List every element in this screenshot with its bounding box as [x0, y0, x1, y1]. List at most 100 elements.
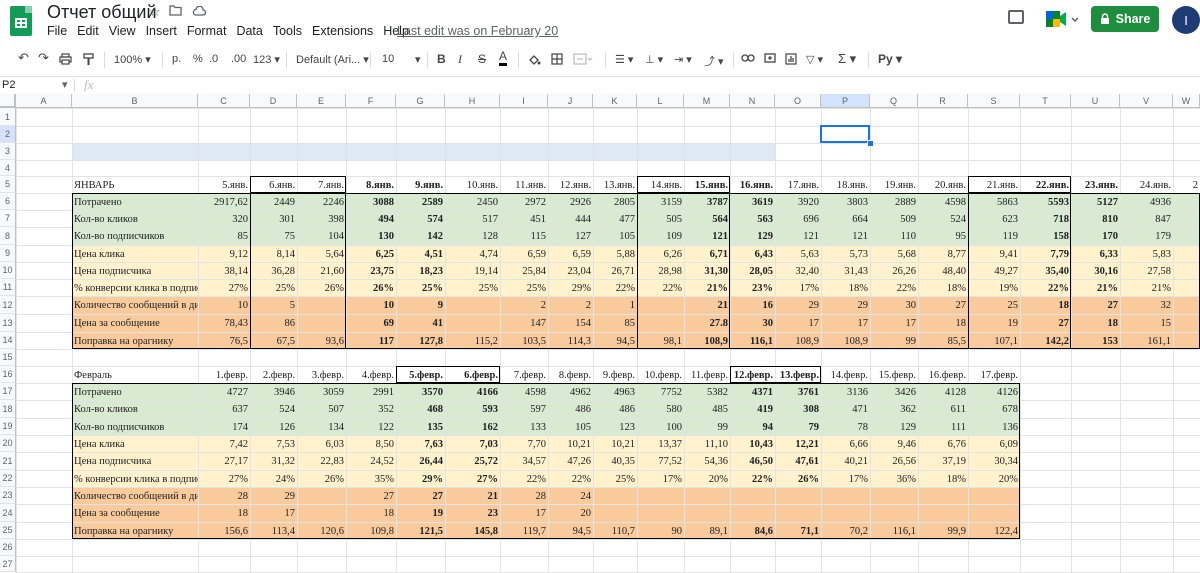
column-header[interactable]: S: [968, 94, 1020, 108]
sheets-logo-icon[interactable]: [10, 6, 32, 36]
data-cell[interactable]: 135: [396, 418, 445, 435]
data-cell[interactable]: 3136: [821, 383, 870, 400]
text-color-button[interactable]: A: [499, 50, 508, 66]
data-cell[interactable]: [593, 487, 637, 504]
column-header[interactable]: F: [346, 94, 396, 108]
data-cell[interactable]: 4,74: [445, 245, 500, 262]
data-cell[interactable]: 20: [548, 504, 593, 522]
data-cell[interactable]: [870, 487, 918, 504]
data-cell[interactable]: 444: [548, 210, 593, 227]
date-header[interactable]: 13.февр.: [775, 366, 821, 383]
data-cell[interactable]: 5863: [968, 193, 1020, 210]
row-header[interactable]: 21: [0, 452, 16, 470]
column-header[interactable]: T: [1020, 94, 1071, 108]
data-cell[interactable]: 5,68: [870, 245, 918, 262]
row-header[interactable]: 24: [0, 504, 16, 522]
data-cell[interactable]: 9,46: [870, 435, 918, 452]
data-cell[interactable]: 30: [730, 314, 775, 332]
data-cell[interactable]: 5,63: [775, 245, 821, 262]
row-label[interactable]: Потрачено: [72, 193, 198, 210]
data-cell[interactable]: 32,40: [775, 262, 821, 279]
data-cell[interactable]: 5593: [1020, 193, 1071, 210]
column-header[interactable]: A: [16, 94, 72, 108]
data-cell[interactable]: 115: [500, 227, 548, 245]
data-cell[interactable]: 156,6: [198, 522, 250, 539]
data-cell[interactable]: 23%: [730, 279, 775, 296]
data-cell[interactable]: 25%: [250, 279, 297, 296]
data-cell[interactable]: [637, 314, 684, 332]
data-cell[interactable]: 718: [1020, 210, 1071, 227]
data-cell[interactable]: 128: [445, 227, 500, 245]
row-label[interactable]: % конверсии клика в подписку: [72, 470, 198, 487]
date-header[interactable]: 6.февр.: [445, 366, 500, 383]
data-cell[interactable]: 637: [198, 400, 250, 418]
row-header[interactable]: 19: [0, 418, 16, 435]
undo-icon[interactable]: ↶: [18, 50, 29, 66]
data-cell[interactable]: 3059: [297, 383, 346, 400]
data-cell[interactable]: 10: [346, 296, 396, 314]
data-cell[interactable]: 78,43: [198, 314, 250, 332]
data-cell[interactable]: 3787: [684, 193, 730, 210]
data-cell[interactable]: 6,25: [346, 245, 396, 262]
data-cell[interactable]: 36%: [870, 470, 918, 487]
column-header[interactable]: W: [1173, 94, 1200, 108]
row-header[interactable]: 1: [0, 108, 16, 126]
data-cell[interactable]: 3619: [730, 193, 775, 210]
vertical-align-icon[interactable]: ⊥ ▾: [645, 53, 663, 66]
data-cell[interactable]: 22%: [730, 470, 775, 487]
data-cell[interactable]: 116,1: [870, 522, 918, 539]
data-cell[interactable]: 24,52: [346, 452, 396, 470]
data-cell[interactable]: 22%: [1020, 279, 1071, 296]
data-cell[interactable]: 494: [346, 210, 396, 227]
data-cell[interactable]: 25,72: [445, 452, 500, 470]
data-cell[interactable]: 7752: [637, 383, 684, 400]
data-cell[interactable]: 27%: [198, 470, 250, 487]
date-header[interactable]: 7.янв.: [297, 176, 346, 193]
data-cell[interactable]: 94: [730, 418, 775, 435]
date-header[interactable]: 15.февр.: [870, 366, 918, 383]
zoom-select[interactable]: 100% ▾: [114, 53, 151, 66]
data-cell[interactable]: 46,50: [730, 452, 775, 470]
data-cell[interactable]: 21: [684, 296, 730, 314]
column-header[interactable]: V: [1120, 94, 1173, 108]
data-cell[interactable]: 108,9: [684, 332, 730, 349]
data-cell[interactable]: 2589: [396, 193, 445, 210]
data-cell[interactable]: 847: [1120, 210, 1173, 227]
increase-decimal-button[interactable]: .00: [231, 53, 246, 65]
row-label[interactable]: Количество сообщений в директ: [72, 296, 198, 314]
data-cell[interactable]: 398: [297, 210, 346, 227]
data-cell[interactable]: 2450: [445, 193, 500, 210]
data-cell[interactable]: 8,77: [918, 245, 968, 262]
data-cell[interactable]: 12,21: [775, 435, 821, 452]
data-cell[interactable]: 75: [250, 227, 297, 245]
strikethrough-button[interactable]: S: [478, 52, 486, 66]
move-folder-icon[interactable]: [169, 4, 182, 19]
data-cell[interactable]: 2972: [500, 193, 548, 210]
data-cell[interactable]: 28,05: [730, 262, 775, 279]
data-cell[interactable]: 4,51: [396, 245, 445, 262]
date-header[interactable]: 6.янв.: [250, 176, 297, 193]
star-icon[interactable]: ☆: [149, 4, 161, 20]
row-label[interactable]: Поправка на орагнику: [72, 332, 198, 349]
data-cell[interactable]: 20%: [684, 470, 730, 487]
data-cell[interactable]: 18%: [918, 279, 968, 296]
data-cell[interactable]: 111: [918, 418, 968, 435]
data-cell[interactable]: 161,1: [1120, 332, 1173, 349]
menu-view[interactable]: View: [109, 24, 136, 38]
data-cell[interactable]: 6,09: [968, 435, 1020, 452]
row-header[interactable]: 16: [0, 366, 16, 383]
data-cell[interactable]: 105: [548, 418, 593, 435]
data-cell[interactable]: 117: [346, 332, 396, 349]
date-header[interactable]: 10.янв.: [445, 176, 500, 193]
row-label[interactable]: Поправка на орагнику: [72, 522, 198, 539]
data-cell[interactable]: [821, 487, 870, 504]
data-cell[interactable]: [637, 504, 684, 522]
data-cell[interactable]: 22,83: [297, 452, 346, 470]
data-cell[interactable]: 142: [396, 227, 445, 245]
data-cell[interactable]: 352: [346, 400, 396, 418]
column-header[interactable]: E: [297, 94, 346, 108]
data-cell[interactable]: 524: [918, 210, 968, 227]
data-cell[interactable]: 597: [500, 400, 548, 418]
row-header[interactable]: 22: [0, 470, 16, 487]
data-cell[interactable]: 21%: [1071, 279, 1120, 296]
